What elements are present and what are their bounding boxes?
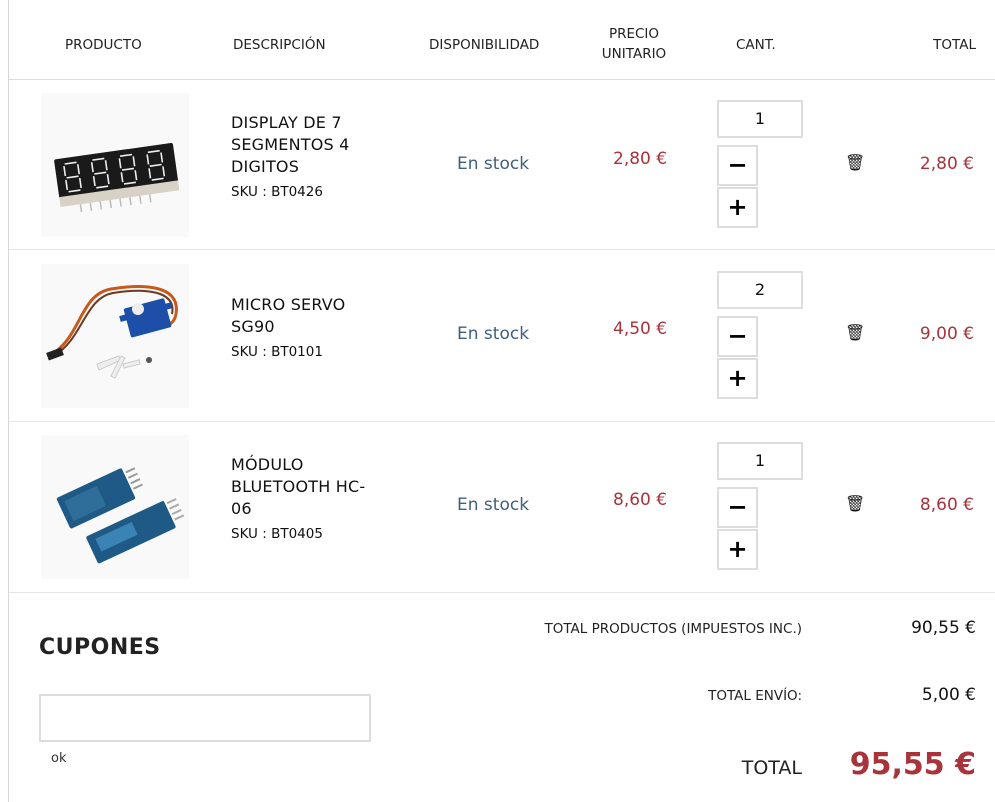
availability-status: En stock xyxy=(457,324,530,344)
product-sku: SKU : BT0405 xyxy=(231,526,323,542)
bluetooth-module-icon[interactable] xyxy=(41,435,189,579)
shipping-total-value: 5,00 € xyxy=(921,685,976,705)
cart-row: DISPLAY DE 7 SEGMENTOS 4 DIGITOS SKU : B… xyxy=(9,79,995,250)
grand-total-label: TOTAL xyxy=(741,757,802,779)
cart-container: PRODUCTO DESCRIPCIÓN DISPONIBILIDAD PREC… xyxy=(8,0,995,802)
availability-status: En stock xyxy=(457,495,530,515)
product-sku: SKU : BT0426 xyxy=(231,184,323,200)
line-total: 8,60 € xyxy=(919,495,974,515)
cart-table-header: PRODUCTO DESCRIPCIÓN DISPONIBILIDAD PREC… xyxy=(9,0,995,80)
products-total-label: TOTAL PRODUCTOS (IMPUESTOS INC.) xyxy=(544,621,802,637)
decrease-quantity-button[interactable]: − xyxy=(717,487,758,528)
seven-segment-display-icon[interactable] xyxy=(41,93,189,237)
coupon-ok-button[interactable]: ok xyxy=(51,751,66,766)
cart-row: MICRO SERVO SG90 SKU : BT0101 En stock 4… xyxy=(9,250,995,422)
header-availability: DISPONIBILIDAD xyxy=(429,37,540,53)
coupons-title: CUPONES xyxy=(39,635,161,660)
header-description: DESCRIPCIÓN xyxy=(233,37,326,53)
coupon-input[interactable] xyxy=(39,694,371,742)
decrease-quantity-button[interactable]: − xyxy=(717,145,758,186)
quantity-input[interactable]: 2 xyxy=(717,271,803,309)
product-name-link[interactable]: DISPLAY DE 7 SEGMENTOS 4 DIGITOS xyxy=(231,112,381,178)
trash-icon[interactable]: 🗑 xyxy=(845,494,865,513)
cart-row: MÓDULO BLUETOOTH HC-06 SKU : BT0405 En s… xyxy=(9,421,995,593)
header-product: PRODUCTO xyxy=(65,37,142,53)
unit-price: 4,50 € xyxy=(613,319,668,339)
product-name-link[interactable]: MICRO SERVO SG90 xyxy=(231,294,381,338)
quantity-input[interactable]: 1 xyxy=(717,100,803,138)
header-quantity: CANT. xyxy=(736,37,776,53)
shipping-total-label: TOTAL ENVÍO: xyxy=(708,688,802,704)
unit-price: 2,80 € xyxy=(613,149,668,169)
product-name-link[interactable]: MÓDULO BLUETOOTH HC-06 xyxy=(231,454,381,520)
product-description: DISPLAY DE 7 SEGMENTOS 4 DIGITOS SKU : B… xyxy=(231,112,381,200)
unit-price: 8,60 € xyxy=(613,490,668,510)
trash-icon[interactable]: 🗑 xyxy=(845,153,865,172)
products-total-value: 90,55 € xyxy=(911,618,976,638)
header-unit-price: PRECIO UNITARIO xyxy=(601,26,667,62)
line-total: 2,80 € xyxy=(919,154,974,174)
product-description: MICRO SERVO SG90 SKU : BT0101 xyxy=(231,294,381,360)
micro-servo-icon[interactable] xyxy=(41,264,189,408)
product-description: MÓDULO BLUETOOTH HC-06 SKU : BT0405 xyxy=(231,454,381,542)
availability-status: En stock xyxy=(457,154,530,174)
quantity-input[interactable]: 1 xyxy=(717,442,803,480)
increase-quantity-button[interactable]: + xyxy=(717,358,758,399)
grand-total-value: 95,55 € xyxy=(849,747,976,782)
header-total: TOTAL xyxy=(933,37,976,53)
product-sku: SKU : BT0101 xyxy=(231,344,323,360)
increase-quantity-button[interactable]: + xyxy=(717,187,758,228)
cart-footer: CUPONES ok TOTAL PRODUCTOS (IMPUESTOS IN… xyxy=(9,593,995,802)
trash-icon[interactable]: 🗑 xyxy=(845,323,865,342)
line-total: 9,00 € xyxy=(919,324,974,344)
decrease-quantity-button[interactable]: − xyxy=(717,316,758,357)
increase-quantity-button[interactable]: + xyxy=(717,529,758,570)
